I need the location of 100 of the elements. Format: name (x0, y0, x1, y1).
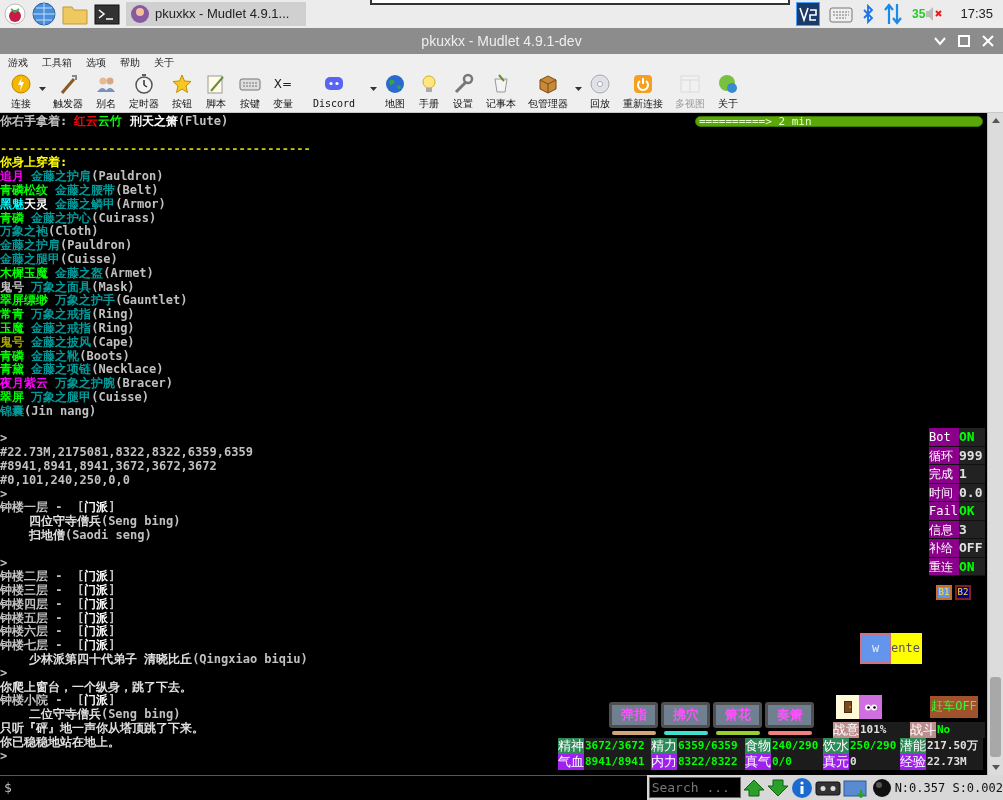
cart-toggle-button[interactable]: 赶车OFF (930, 696, 978, 718)
console-line: 钟楼五层 - [门派] (0, 611, 116, 625)
down-arrow-icon[interactable] (766, 777, 789, 798)
taskbar-window-button[interactable]: pkuxkx - Mudlet 4.9.1... (126, 2, 306, 26)
toolbar-button[interactable]: 记事本 (480, 73, 523, 111)
stat-label: 真元 (823, 754, 849, 770)
panel-value: 1 (959, 466, 967, 482)
console-line: 金藤之腿甲(Cuisse) (0, 252, 118, 266)
info-icon[interactable] (790, 776, 813, 799)
door-icon (843, 701, 852, 713)
stat-value: 6359/6359 (677, 738, 738, 754)
command-input[interactable]: $ (0, 775, 647, 800)
stat-value: 240/290 (771, 738, 819, 754)
lightning-icon (10, 73, 32, 95)
window-title: pkuxkx - Mudlet 4.9.1-dev (421, 31, 582, 51)
menu-item[interactable]: 关于 (154, 54, 174, 70)
star-icon (171, 73, 193, 95)
toolbar-button[interactable]: 包管理器 (522, 73, 575, 111)
toolbar-button[interactable]: 脚本 (199, 73, 233, 111)
stat-value: No (936, 722, 951, 738)
menu-item[interactable]: 工具箱 (42, 54, 72, 70)
stat-label: 内力 (651, 754, 677, 770)
console-line: 翠屏缥缈 万象之护手(Gauntlet) (0, 294, 188, 308)
console-line: 钟楼三层 - [门派] (0, 584, 116, 598)
console-line: #22.73M,2175081,8322,8322,6359,6359 (0, 446, 253, 460)
panel-value: ON (959, 558, 975, 574)
toolbar-button[interactable]: 设置 (446, 73, 481, 111)
panel-label: 完成 (929, 465, 959, 483)
scroll-down-icon[interactable] (991, 765, 1000, 770)
console-line: 二位守寺僧兵(Seng bing) (27, 708, 181, 722)
panel-value: 0.0 (959, 484, 983, 500)
box-icon (537, 73, 560, 95)
toolbar-button[interactable]: 连接 (4, 73, 38, 111)
stat-value: 101% (859, 722, 887, 738)
door-button[interactable] (836, 695, 859, 719)
console-line: 青磷 金藤之靴(Boots) (0, 349, 130, 363)
console-line: ------------------------------------------- (0, 142, 311, 156)
vnc-icon[interactable] (796, 2, 821, 26)
stat-label: 真气 (745, 754, 771, 770)
scroll-up-icon[interactable] (991, 118, 1000, 123)
menu-item[interactable]: 帮助 (120, 54, 140, 70)
timer-bar: ==========> 2 min (695, 116, 983, 127)
stat-label: 战意 (833, 722, 859, 738)
disc-icon (589, 73, 612, 95)
raspberry-icon[interactable] (4, 3, 26, 25)
toolbar-button[interactable]: 别名 (89, 73, 123, 111)
clock: 17:35 (960, 5, 993, 24)
console-line: 青磷 金藤之护心(Cuirass) (0, 211, 157, 225)
toolbar-button[interactable]: 定时器 (123, 73, 165, 111)
eyes-icon (864, 703, 877, 711)
console-line: 钟楼六层 - [门派] (0, 625, 116, 639)
toolbar-button[interactable]: 按钮 (165, 73, 199, 111)
toolbar-button[interactable]: 触发器 (47, 73, 89, 111)
stat-label: 经验 (900, 754, 926, 770)
menu-item[interactable]: 游戏 (8, 54, 28, 70)
console-line: 钟楼小院 - [门派] (0, 694, 116, 708)
stat-value: 8322/8322 (677, 754, 738, 770)
record-icon[interactable] (870, 776, 893, 799)
toolbar-button[interactable]: 关于 (711, 73, 746, 111)
console-line: 四位守寺僧兵(Seng bing) (27, 515, 181, 529)
app-icon (130, 4, 150, 24)
stat-value: 22.73M (926, 754, 967, 770)
console-line: 你爬上窗台，一个纵身，跳了下去。 (0, 680, 192, 694)
toolbar-button[interactable]: 地图 (378, 73, 413, 111)
bluetooth-icon[interactable] (862, 4, 875, 24)
toolbar-button[interactable]: 回放 (583, 73, 618, 111)
scrollbar[interactable] (987, 113, 1003, 775)
globe-icon[interactable] (32, 2, 56, 26)
globe-icon (384, 73, 407, 95)
stat-value: 8941/8941 (584, 754, 645, 770)
toolbar-button[interactable]: Discord (299, 73, 370, 111)
close-icon[interactable] (981, 34, 995, 48)
stat-value: 217.50万 (926, 738, 978, 754)
speaker-muted-icon[interactable] (925, 6, 944, 22)
console-line: 你身上穿着: (0, 156, 68, 170)
console-line: > (0, 749, 8, 764)
panel-value: ON (959, 429, 975, 445)
console-line: 夜月紫云 万象之护腕(Bracer) (0, 377, 174, 391)
bot-button[interactable]: B2 (955, 585, 971, 600)
console-line: > (0, 556, 8, 570)
network-arrows-icon[interactable] (883, 3, 904, 25)
toolbar-button[interactable]: 手册 (412, 73, 447, 111)
terminal-icon[interactable] (94, 3, 120, 25)
key-button[interactable]: ente (891, 633, 922, 664)
toolbar-button[interactable]: 重新连接 (617, 73, 670, 111)
panel-value: 3 (959, 521, 967, 537)
console-line: > (0, 487, 8, 501)
console-line: #8941,8941,8941,3672,3672,3672 (0, 459, 217, 474)
console-line: 万象之袍(Cloth) (0, 225, 99, 239)
cassette-icon[interactable] (814, 778, 841, 797)
stat-label: 食物 (745, 738, 771, 754)
maximize-icon[interactable] (957, 34, 971, 48)
up-arrow-icon[interactable] (742, 777, 765, 798)
menu-item[interactable]: 选项 (86, 54, 106, 70)
console-line: 翠屏 万象之腿甲(Cuisse) (0, 390, 150, 405)
toolbar-button[interactable]: 按键 (233, 73, 267, 111)
console-line: 青黛 金藤之项链(Necklace) (0, 363, 164, 377)
search-field[interactable]: Search ... (648, 777, 741, 798)
toolbar-button[interactable]: X= 变量 (267, 73, 299, 111)
scrollbar-thumb[interactable] (990, 677, 1001, 757)
